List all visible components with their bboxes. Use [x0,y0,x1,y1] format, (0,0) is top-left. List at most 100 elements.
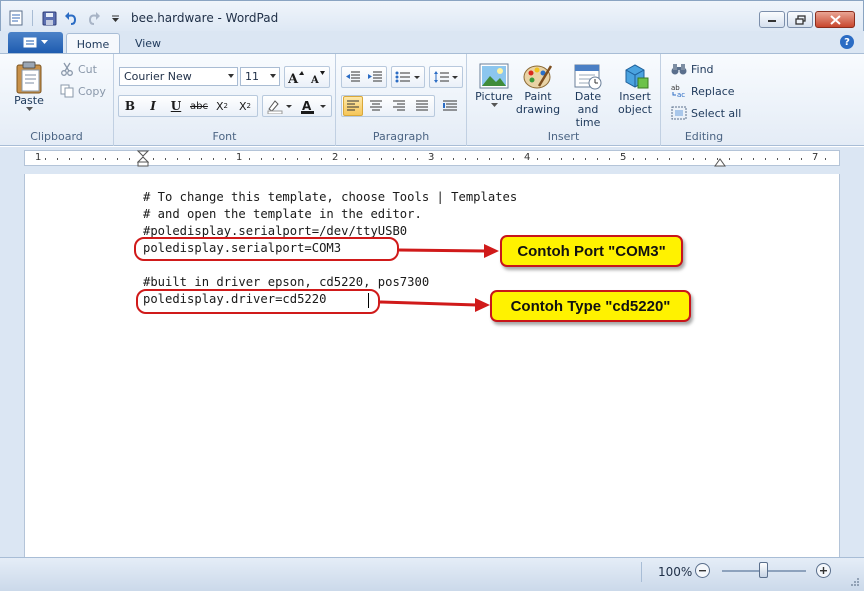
italic-icon[interactable]: I [143,96,163,116]
indent-marker-icon[interactable] [137,150,149,167]
ruler-tick [645,158,646,160]
paragraph-dialog-icon[interactable] [440,96,460,116]
shrink-font-icon[interactable]: A [308,67,328,87]
restore-button[interactable] [787,11,813,28]
ruler-tick [189,158,190,160]
ruler-tick [45,158,46,160]
replace-button[interactable]: ab ac Replace [671,84,735,98]
tab-view[interactable]: View [124,33,172,54]
align-center-icon[interactable] [366,96,386,116]
underline-icon[interactable]: U [166,96,186,116]
zoom-out-button[interactable] [695,563,710,578]
ruler-area: 1 1 2 3 4 5 7 [0,147,864,169]
ruler-tick [777,158,778,160]
subscript-icon[interactable]: X2 [212,96,232,116]
close-icon [829,14,841,25]
restore-icon [794,14,806,25]
ruler-tick [765,158,766,160]
highlight-color-button[interactable] [264,96,296,116]
ruler-tick [669,158,670,160]
justify-icon[interactable] [412,96,432,116]
grow-font-icon[interactable]: A [286,67,306,87]
replace-label: Replace [691,84,735,98]
customize-qat-icon[interactable] [106,9,124,27]
ruler-tick [729,158,730,160]
tab-home[interactable]: Home [66,33,120,54]
ruler-tick [261,158,262,160]
ruler-tick [681,158,682,160]
ruler-tick [573,158,574,160]
increase-indent-icon[interactable] [365,67,385,87]
application-menu-button[interactable] [8,32,63,53]
insert-object-label-1: Insert [619,90,651,103]
insert-object-button[interactable]: Insert object [615,62,655,116]
text-color-button[interactable]: A [298,96,330,116]
document-line[interactable]: #built in driver epson, cd5220, pos7300 [143,275,429,289]
ruler-number: 4 [524,152,531,163]
ruler-tick [465,158,466,160]
cut-button[interactable]: Cut [60,62,97,76]
ribbon-tab-row: Home View ? [0,31,864,54]
superscript-icon[interactable]: X2 [235,96,255,116]
paint-drawing-button[interactable]: Paint drawing [515,62,561,116]
ruler-tick [741,158,742,160]
help-icon[interactable]: ? [840,35,854,49]
paste-button[interactable]: Paste [14,60,44,112]
ruler-tick [105,158,106,160]
paint-drawing-label-1: Paint [524,90,552,103]
close-button[interactable] [815,11,855,28]
right-indent-marker-icon[interactable] [714,157,726,167]
svg-text:A: A [302,99,312,113]
document-line[interactable]: #poledisplay.serialport=/dev/ttyUSB0 [143,224,407,238]
ruler-tick [753,158,754,160]
ruler-tick [225,158,226,160]
line-spacing-icon[interactable] [431,67,461,87]
ruler-tick [549,158,550,160]
ruler-tick [177,158,178,160]
align-right-icon[interactable] [389,96,409,116]
find-button[interactable]: Find [671,62,714,76]
document-line[interactable]: # and open the template in the editor. [143,207,422,221]
ruler-tick [801,158,802,160]
minimize-button[interactable] [759,11,785,28]
zoom-in-button[interactable] [816,563,831,578]
app-menu-icon [23,37,37,48]
chevron-down-icon [25,107,33,111]
picture-button[interactable]: Picture [475,62,513,108]
insert-object-label-2: object [618,103,652,116]
ruler-tick [693,158,694,160]
align-left-icon[interactable] [343,96,363,116]
wordpad-app-icon[interactable] [7,9,25,27]
ruler-tick [537,158,538,160]
resize-grip-icon[interactable] [850,577,860,587]
save-icon[interactable] [40,9,58,27]
copy-button[interactable]: Copy [60,84,106,98]
decrease-indent-icon[interactable] [343,67,363,87]
svg-text:A: A [310,75,319,84]
select-all-label: Select all [691,106,742,120]
ruler-tick [501,158,502,160]
paragraph-group-label: Paragraph [372,130,430,143]
document-line[interactable]: # To change this template, choose Tools … [143,190,517,204]
ruler-tick [69,158,70,160]
font-family-select[interactable]: Courier New [119,67,238,86]
calendar-icon [574,64,602,90]
ruler-tick [405,158,406,160]
undo-icon[interactable] [62,9,80,27]
strikethrough-icon[interactable]: abc [189,96,209,116]
ruler-tick [285,158,286,160]
zoom-slider-thumb[interactable] [759,562,768,578]
ruler-tick [153,158,154,160]
ruler-tick [477,158,478,160]
ruler-number: 3 [428,152,435,163]
font-size-select[interactable]: 11 [240,67,280,86]
select-all-button[interactable]: Select all [671,106,741,120]
horizontal-ruler[interactable]: 1 1 2 3 4 5 7 [24,150,840,167]
paste-label: Paste [14,94,44,107]
ruler-number: 7 [812,152,819,163]
bold-icon[interactable]: B [120,96,140,116]
bullet-list-icon[interactable] [393,67,423,87]
date-and-time-button[interactable]: Date and time [563,62,613,129]
plus-icon [820,567,827,574]
redo-icon[interactable] [84,9,102,27]
